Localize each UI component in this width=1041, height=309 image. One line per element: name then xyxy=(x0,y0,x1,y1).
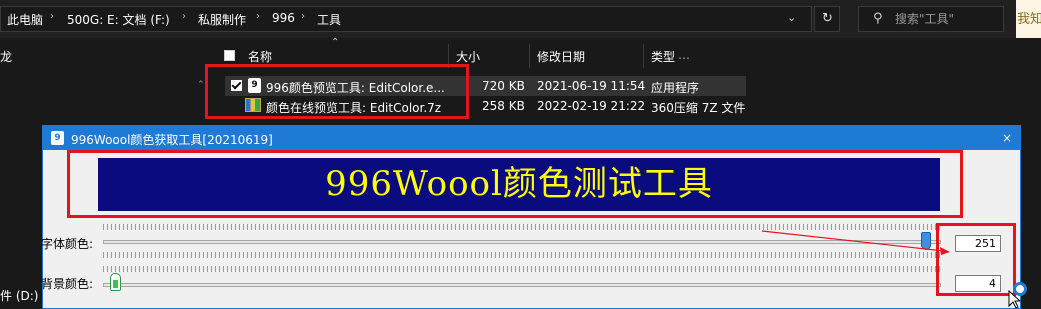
mouse-cursor-icon xyxy=(1008,290,1022,309)
annotation-arrow xyxy=(761,230,950,255)
